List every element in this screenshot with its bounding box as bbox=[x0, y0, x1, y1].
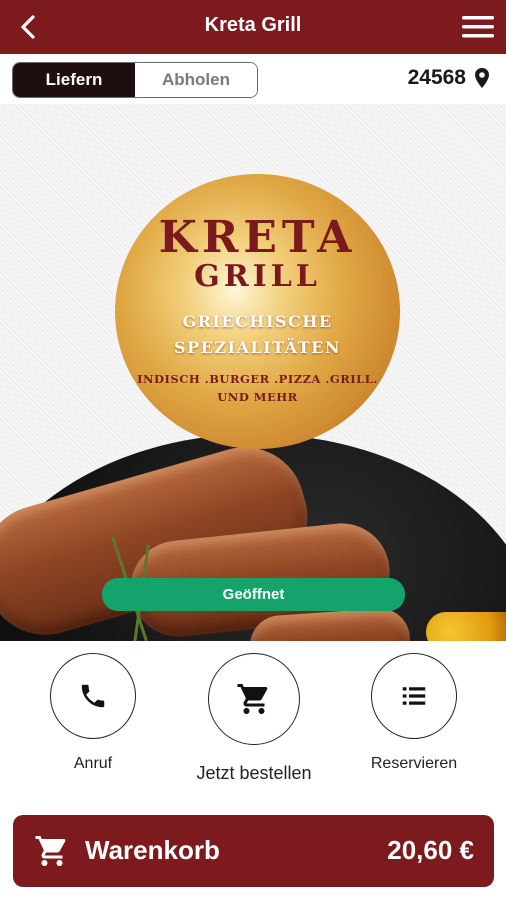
quick-actions: Anruf Jetzt bestellen Reservieren bbox=[0, 641, 506, 811]
restaurant-logo: KRETA GRILL GRIECHISCHE SPEZIALITÄTEN IN… bbox=[115, 174, 400, 449]
cart-total: 20,60 € bbox=[387, 835, 474, 865]
back-button[interactable] bbox=[14, 12, 44, 42]
page-title: Kreta Grill bbox=[204, 14, 302, 36]
hamburger-menu-icon bbox=[462, 16, 494, 38]
order-mode-bar: Liefern Abholen 24568 bbox=[0, 54, 506, 104]
order-now-label: Jetzt bestellen bbox=[196, 763, 312, 783]
location-selector[interactable]: 24568 bbox=[408, 66, 490, 90]
shopping-cart-icon bbox=[35, 836, 66, 866]
reserve-button[interactable] bbox=[371, 653, 457, 739]
hero-corn-image bbox=[426, 612, 506, 641]
call-button[interactable] bbox=[50, 653, 136, 739]
app-header: Kreta Grill bbox=[0, 0, 506, 54]
logo-name: KRETA bbox=[158, 212, 357, 263]
app-screen: Kreta Grill Liefern Abholen 24568 KRETA … bbox=[0, 0, 506, 900]
call-action[interactable]: Anruf bbox=[23, 653, 163, 773]
reserve-label: Reservieren bbox=[370, 755, 458, 772]
mode-option-delivery[interactable]: Liefern bbox=[13, 63, 135, 97]
reserve-action[interactable]: Reservieren bbox=[344, 653, 484, 773]
cart-button[interactable]: Warenkorb 20,60 € bbox=[13, 815, 494, 887]
chevron-left-icon bbox=[21, 15, 35, 39]
postal-code: 24568 bbox=[407, 66, 466, 89]
map-pin-icon bbox=[475, 68, 489, 88]
logo-tagline: GRIECHISCHE SPEZIALITÄTEN bbox=[174, 312, 341, 357]
open-status-badge: Geöffnet bbox=[102, 578, 405, 611]
cart-label: Warenkorb bbox=[85, 835, 220, 865]
delivery-mode-toggle: Liefern Abholen bbox=[12, 62, 258, 98]
logo-subname: GRILL bbox=[194, 259, 321, 294]
logo-cuisines: INDISCH .BURGER .PIZZA .GRILL. UND MEHR bbox=[137, 372, 378, 404]
shopping-cart-icon bbox=[237, 684, 268, 714]
order-now-button[interactable] bbox=[208, 653, 300, 745]
phone-icon bbox=[81, 684, 105, 708]
list-icon bbox=[402, 687, 426, 705]
call-label: Anruf bbox=[73, 755, 113, 772]
restaurant-hero: KRETA GRILL GRIECHISCHE SPEZIALITÄTEN IN… bbox=[0, 104, 506, 641]
order-now-action[interactable]: Jetzt bestellen bbox=[184, 653, 324, 784]
mode-option-pickup[interactable]: Abholen bbox=[135, 63, 257, 97]
menu-button[interactable] bbox=[460, 12, 496, 42]
